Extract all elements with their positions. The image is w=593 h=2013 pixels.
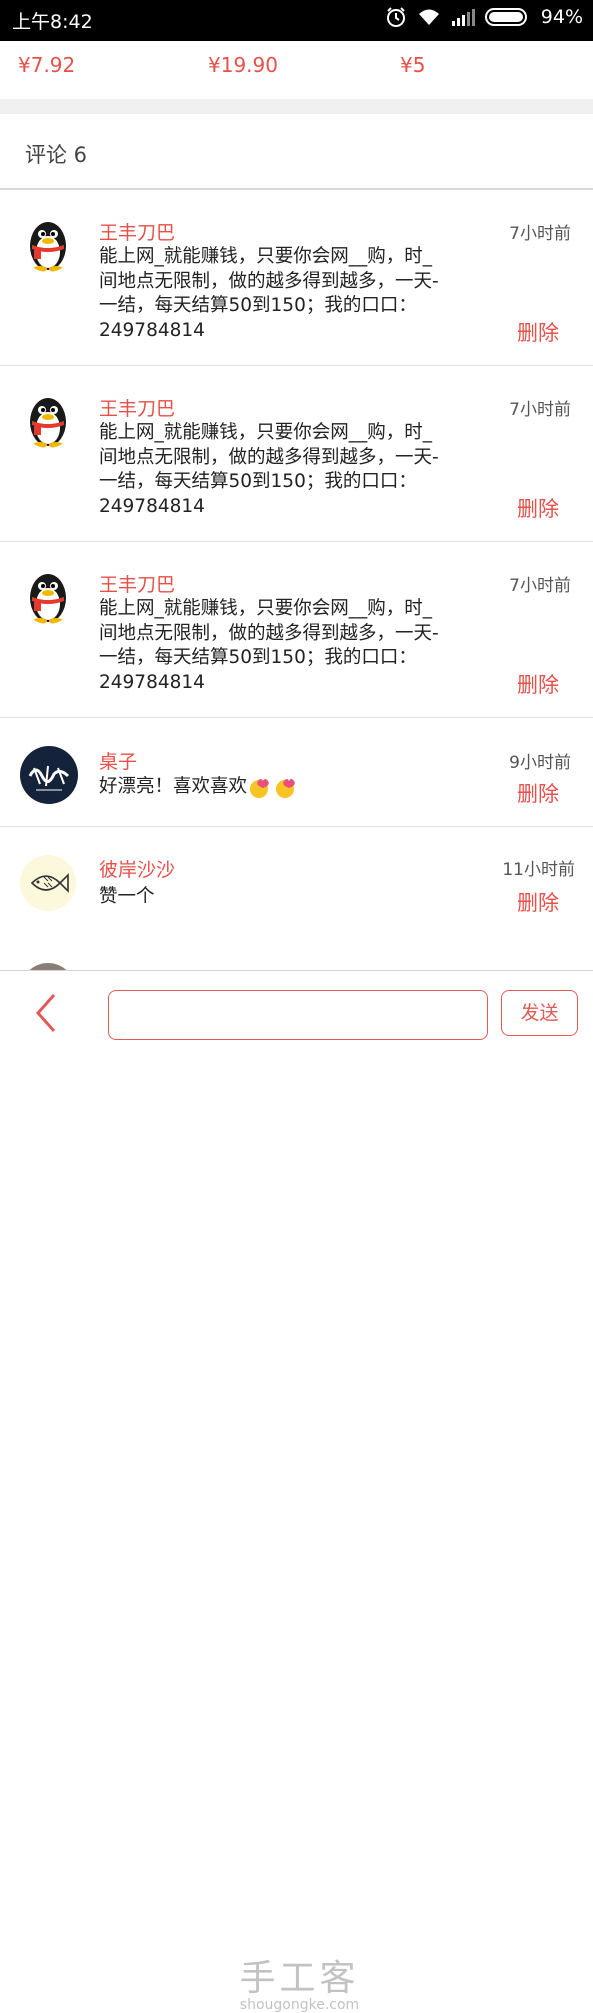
emoji-love-icon — [250, 779, 295, 799]
comment-time: 7小时前 — [509, 224, 571, 244]
comments-count-label: 评论 6 — [25, 143, 88, 167]
delete-button[interactable]: 删除 — [517, 778, 559, 808]
status-bar: 上午8:42 94% — [0, 0, 593, 41]
send-button[interactable]: 发送 — [501, 990, 578, 1036]
watermark-title: 手工客 — [239, 1958, 360, 1999]
penguin-icon — [30, 574, 66, 624]
comment-list[interactable]: 王丰刀巴 7小时前 能上网_就能赚钱，只要你会网__购，时_ 间地点无限制，做的… — [0, 190, 593, 936]
comment-time: 7小时前 — [509, 400, 571, 420]
delete-button[interactable]: 删除 — [517, 317, 559, 347]
signal-icon — [451, 9, 475, 26]
status-time: 上午8:42 — [12, 11, 93, 33]
price-row: ¥7.92 ¥19.90 ¥5 — [0, 41, 593, 99]
comment-item[interactable]: 王丰刀巴 7小时前 能上网_就能赚钱，只要你会网__购，时_ 间地点无限制，做的… — [0, 542, 593, 718]
comment-author[interactable]: 王丰刀巴 — [99, 394, 175, 421]
price-3: ¥5 — [400, 53, 426, 77]
comment-author[interactable]: 王丰刀巴 — [99, 218, 175, 245]
comment-item[interactable]: 王丰刀巴 7小时前 能上网_就能赚钱，只要你会网__购，时_ 间地点无限制，做的… — [0, 366, 593, 542]
comment-author[interactable]: 彼岸沙沙 — [99, 855, 175, 882]
price-1: ¥7.92 — [18, 53, 76, 77]
comment-time: 7小时前 — [509, 576, 571, 596]
comment-item[interactable]: 王丰刀巴 7小时前 能上网_就能赚钱，只要你会网__购，时_ 间地点无限制，做的… — [0, 190, 593, 366]
comment-input[interactable] — [108, 990, 488, 1040]
avatar-partial — [20, 963, 76, 970]
penguin-icon — [30, 398, 66, 448]
calligraphy-logo-icon — [28, 765, 70, 791]
comment-text: 能上网_就能赚钱，只要你会网__购，时_ 间地点无限制，做的越多得到越多，一天-… — [99, 422, 439, 517]
penguin-icon — [30, 222, 66, 272]
comment-time: 9小时前 — [509, 753, 571, 773]
alarm-icon — [386, 7, 405, 27]
comment-text: 能上网_就能赚钱，只要你会网__购，时_ 间地点无限制，做的越多得到越多，一天-… — [99, 246, 439, 341]
price-2: ¥19.90 — [208, 53, 278, 77]
wifi-icon — [418, 9, 439, 25]
comment-text: 能上网_就能赚钱，只要你会网__购，时_ 间地点无限制，做的越多得到越多，一天-… — [99, 598, 439, 693]
fish-icon — [30, 873, 69, 893]
watermark-url: shougongke.com — [239, 1997, 360, 2013]
back-arrow-icon[interactable] — [30, 991, 60, 1035]
status-icons: 94% — [385, 6, 583, 28]
avatar-qq-penguin[interactable] — [20, 216, 76, 272]
avatar-qq-penguin[interactable] — [20, 568, 76, 624]
bottom-comment-bar: 发送 手工客 shougongke.com — [0, 970, 593, 2013]
battery-icon — [484, 8, 527, 26]
comment-item[interactable]: 桌子 9小时前 好漂亮！喜欢喜欢 删除 — [0, 718, 593, 827]
comment-item[interactable]: 彼岸沙沙 11小时前 赞一个 删除 — [0, 827, 593, 936]
avatar-qq-penguin[interactable] — [20, 392, 76, 448]
avatar-calligraphy-logo[interactable] — [20, 746, 78, 804]
battery-percent: 94% — [540, 6, 583, 28]
watermark: 手工客 shougongke.com — [232, 1949, 367, 2013]
comment-text-row: 好漂亮！喜欢喜欢 — [99, 775, 499, 800]
section-divider — [0, 99, 593, 114]
comment-item-partial — [0, 935, 593, 970]
comment-author[interactable]: 王丰刀巴 — [99, 570, 175, 597]
delete-button[interactable]: 删除 — [517, 887, 559, 917]
avatar-fish-sketch[interactable] — [20, 855, 76, 911]
comments-header: 评论 6 — [0, 114, 593, 190]
delete-button[interactable]: 删除 — [517, 493, 559, 523]
comment-text: 赞一个 — [99, 886, 155, 907]
delete-button[interactable]: 删除 — [517, 669, 559, 699]
comment-author[interactable]: 桌子 — [99, 747, 137, 774]
comment-text: 好漂亮！喜欢喜欢 — [99, 776, 248, 797]
comment-time: 11小时前 — [502, 860, 575, 880]
